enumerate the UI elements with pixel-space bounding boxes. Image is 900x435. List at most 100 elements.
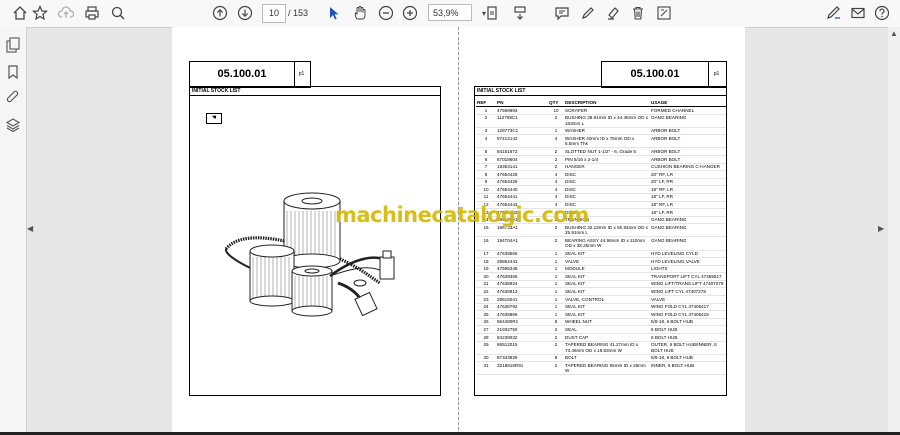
cell-description: TAPERED BEARING 41.27mm ID x 73.46mm OD … (564, 341, 650, 355)
highlight-icon[interactable] (603, 3, 623, 23)
cell-ref: 17 (476, 250, 496, 259)
cell-pn: 47638913 (496, 287, 548, 297)
vertical-scrollbar[interactable]: ▲ ▶ (878, 27, 900, 435)
cell-qty: 1 (548, 272, 564, 281)
cell-description: MODULE (564, 265, 650, 274)
column-header-pn: PN (496, 99, 548, 107)
toolbar: 10 / 153 53,9% ▾ (0, 0, 900, 28)
right-page-header: 05.100.01 p1 (601, 61, 727, 88)
cell-qty: 4 (548, 178, 564, 187)
header-page-number: p1 (298, 71, 305, 77)
cell-ref: 7 (476, 163, 496, 172)
header-code: 05.100.01 (602, 62, 709, 87)
cell-pn: 47654429 (496, 178, 548, 187)
cell-ref: 21 (476, 280, 496, 289)
trash-icon[interactable] (628, 3, 648, 23)
cell-qty: 1 (548, 310, 564, 319)
cell-ref: 29 (476, 341, 496, 355)
cell-usage: HYD LEVELING CYLD (650, 250, 726, 259)
table-row: 19 47595348 1 MODULE LIGHTS (476, 265, 726, 274)
cell-qty: 8 (548, 354, 564, 363)
table-row: 11 47654441 4 DISC 18" LF, RR (476, 193, 726, 202)
cell-pn: 128773C1 (496, 127, 548, 136)
page-divider (458, 27, 459, 435)
cell-pn: 84238032 (496, 333, 548, 342)
zoom-level-select[interactable]: 53,9% (428, 4, 472, 21)
home-icon[interactable] (10, 3, 30, 23)
help-icon[interactable] (872, 3, 892, 23)
cell-usage: GANG BEARING (650, 223, 726, 238)
scroll-up-arrow-icon[interactable]: ▲ (890, 29, 898, 38)
cell-pn: 19363141 (496, 163, 548, 172)
fit-page-icon[interactable] (482, 3, 502, 23)
cell-ref: 9 (476, 178, 496, 187)
cell-pn: 112769C1 (496, 114, 548, 128)
email-icon[interactable] (848, 3, 868, 23)
collapse-sidebar-arrow-icon[interactable]: ◀ (27, 224, 33, 233)
cell-pn: 47638866 (496, 310, 548, 319)
scroll-mode-icon[interactable] (510, 3, 530, 23)
upload-cloud-icon[interactable] (56, 3, 76, 23)
cell-usage: 6 BOLT HUB (650, 325, 726, 335)
table-row: 28 84238032 2 DUST CAP 6 BOLT HUB (476, 333, 726, 342)
attachments-icon[interactable] (5, 90, 21, 106)
cell-qty: 10 (548, 106, 564, 115)
cell-description: DISC (564, 170, 650, 179)
zoom-in-icon[interactable] (400, 3, 420, 23)
table-row: 29 86512015 2 TAPERED BEARING 41.27mm ID x … (476, 341, 726, 355)
cell-pn: 47569693 (496, 106, 548, 115)
expand-panel-arrow-icon[interactable]: ▶ (878, 224, 884, 233)
cell-description: BOLT (564, 354, 650, 363)
cell-usage: OUTER, 6 BOLT HUB/INNER, 6 BOLT HUB (650, 341, 726, 355)
book-hand-icon: ☚ (206, 113, 222, 124)
cell-usage: FORMED CHANNEL (650, 106, 726, 115)
cell-pn: 47654428 (496, 170, 548, 179)
bookmark-star-icon[interactable] (30, 3, 50, 23)
cell-description: BUSHING 38.91mm ID x 44.45mm OD x 163mm … (564, 114, 650, 128)
layers-icon[interactable] (5, 117, 21, 133)
next-page-icon[interactable] (235, 3, 255, 23)
cell-pn: 29862441 (496, 257, 548, 266)
pages-thumbnail-icon[interactable] (5, 37, 21, 53)
cell-qty: 4 (548, 170, 564, 179)
cell-qty: 1 (548, 303, 564, 312)
table-row: 21 47638924 1 SEAL KIT WING LIFT/TRANS LIFT … (476, 280, 726, 289)
cell-pn: 47595348 (496, 265, 548, 274)
cell-ref: 19 (476, 265, 496, 274)
cell-usage: 18" LF, RR (650, 193, 726, 202)
zoom-search-icon[interactable] (108, 3, 128, 23)
cell-pn: 47639565 (496, 250, 548, 259)
page-total: / 153 (288, 8, 309, 18)
zoom-out-icon[interactable] (376, 3, 396, 23)
table-row: 16 194704A1 2 BEARING ASSY 44.96mm ID x 110… (476, 236, 726, 251)
cell-description: VALVE (564, 257, 650, 266)
cell-qty: 2 (548, 114, 564, 128)
cell-pn: 29615041 (496, 295, 548, 304)
cell-pn: 87343929 (496, 354, 548, 363)
more-tools-icon[interactable] (654, 3, 674, 23)
cell-qty: 2 (548, 155, 564, 164)
cell-ref: 31 (476, 361, 496, 376)
cell-pn: 87018604 (496, 155, 548, 164)
print-icon[interactable] (82, 3, 102, 23)
table-row: 23 29615041 1 VALVE, CONTROL VALVE (476, 295, 726, 304)
bookmarks-icon[interactable] (5, 64, 21, 80)
table-row: 20 47639366 1 SEAL KIT TRANSPORT LIFT CYL 47… (476, 272, 726, 281)
cell-ref: 18 (476, 257, 496, 266)
comment-icon[interactable] (552, 3, 572, 23)
cell-description: SLOTTED NUT 1-1/2" - 6, Grade 5 (564, 147, 650, 156)
hand-tool-icon[interactable] (350, 3, 370, 23)
pen-draw-icon[interactable] (578, 3, 598, 23)
cell-description: BEARING ASSY 44.96mm ID x 110mm OD x 38.… (564, 236, 650, 251)
cell-pn: 47638924 (496, 280, 548, 289)
cell-usage: 18" RF, LR (650, 201, 726, 210)
title-rule (475, 95, 726, 96)
select-cursor-icon[interactable] (324, 3, 344, 23)
page-number-input[interactable]: 10 (262, 4, 286, 23)
sign-icon[interactable] (824, 3, 844, 23)
cell-ref: 20 (476, 272, 496, 281)
cell-ref: 10 (476, 185, 496, 194)
cell-usage: CUSHION BEARING C-HANGER (650, 163, 726, 172)
previous-page-icon[interactable] (210, 3, 230, 23)
column-header-ref: REF (476, 99, 496, 107)
